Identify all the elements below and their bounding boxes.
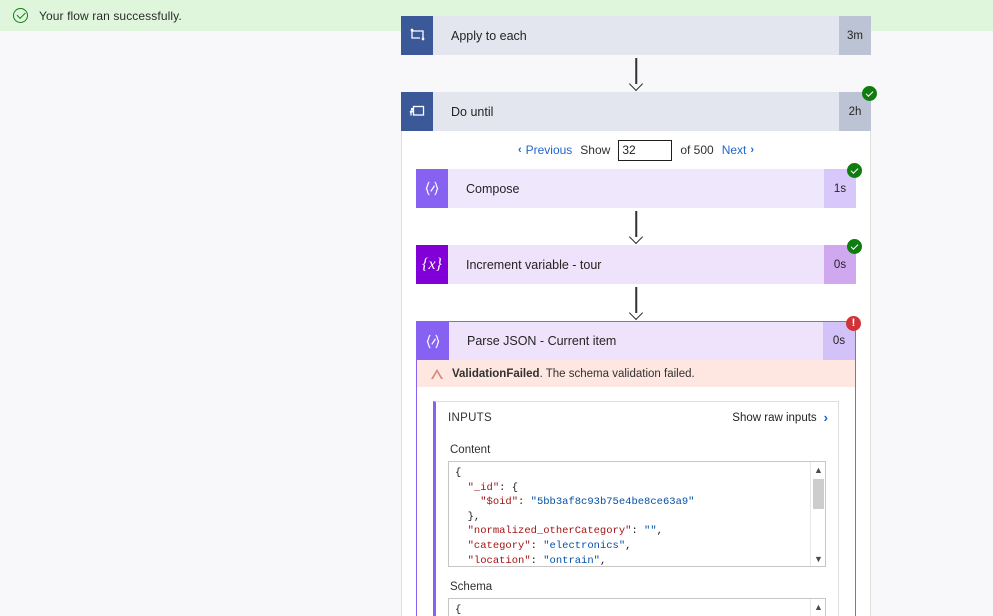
show-raw-inputs-button[interactable]: Show raw inputs › [732, 410, 828, 425]
compose-icon [416, 169, 448, 208]
content-scrollbar[interactable]: ▲ ▼ [810, 462, 825, 566]
loop-icon [401, 16, 433, 55]
action-title: Do until [451, 104, 494, 119]
show-raw-inputs-label: Show raw inputs [732, 411, 817, 424]
action-card-parse-json[interactable]: ! Parse JSON - Current item 0s [416, 316, 861, 360]
action-card-compose[interactable]: Compose 1s [416, 163, 862, 208]
schema-field-label: Schema [450, 581, 493, 593]
scroll-down-icon[interactable]: ▼ [811, 551, 825, 566]
next-page-label: Next [721, 143, 747, 157]
status-badge-error: ! [846, 316, 861, 331]
error-message: . The schema validation failed. [539, 367, 695, 380]
content-field-label: Content [450, 444, 491, 456]
success-banner-text: Your flow ran successfully. [39, 8, 182, 23]
variable-glyph: {x} [422, 255, 442, 273]
scroll-up-icon[interactable]: ▲ [811, 599, 825, 614]
warning-triangle-icon [431, 368, 443, 379]
schema-scrollbar[interactable]: ▲ [810, 599, 825, 616]
do-until-icon [401, 92, 433, 131]
content-code-box[interactable]: { "_id": { "$oid": "5bb3af8c93b75e4be8ce… [448, 461, 826, 567]
action-title: Apply to each [451, 28, 527, 43]
check-circle-icon [13, 8, 28, 23]
chevron-right-icon: › [750, 144, 755, 156]
status-badge-success [847, 239, 862, 254]
scrollbar-thumb[interactable] [813, 479, 824, 509]
page-number-input[interactable] [618, 139, 673, 161]
schema-code-box[interactable]: { "type": "object", "properties": { "_id… [448, 598, 826, 616]
compose-icon [417, 322, 449, 360]
total-pages-label: of 500 [680, 143, 714, 157]
inputs-panel-title: INPUTS [448, 411, 492, 424]
status-badge-success [862, 86, 877, 101]
action-card-do-until[interactable]: Do until 2h [401, 86, 877, 131]
action-card-increment-variable[interactable]: {x} Increment variable - tour 0s [416, 239, 862, 284]
validation-error-strip: ValidationFailed. The schema validation … [416, 360, 856, 387]
scroll-up-icon[interactable]: ▲ [811, 462, 825, 477]
do-until-scope-body: ‹ Previous Show of 500 Next › [401, 131, 871, 616]
next-page-button[interactable]: Next › [722, 143, 754, 157]
schema-code-text: { "type": "object", "properties": { "_id… [455, 604, 462, 616]
action-title: Increment variable - tour [466, 257, 602, 272]
flow-run-page: Your flow ran successfully. Apply to eac… [0, 0, 993, 616]
connector-arrow [416, 208, 856, 245]
chevron-right-icon: › [823, 410, 828, 425]
previous-page-label: Previous [525, 143, 573, 157]
action-card-apply-to-each[interactable]: Apply to each 3m [401, 16, 871, 55]
connector-arrow [416, 284, 856, 321]
action-duration: 3m [839, 16, 871, 55]
inputs-panel-body: Content { "_id": { "$oid": "5bb3af8c93b7… [436, 433, 838, 616]
flow-diagram: Apply to each 3m Do until 2h ‹ Previous … [401, 16, 877, 616]
iteration-pager: ‹ Previous Show of 500 Next › [416, 131, 856, 169]
show-label: Show [580, 143, 611, 157]
content-code-text: { "_id": { "$oid": "5bb3af8c93b75e4be8ce… [455, 467, 695, 567]
error-code: ValidationFailed [452, 367, 540, 380]
chevron-left-icon: ‹ [517, 144, 522, 156]
previous-page-button[interactable]: ‹ Previous [518, 143, 572, 157]
parse-json-details: INPUTS Show raw inputs › Content { "_id"… [416, 387, 856, 616]
action-title: Compose [466, 181, 520, 196]
inputs-panel-header: INPUTS Show raw inputs › [436, 402, 838, 433]
status-badge-success [847, 163, 862, 178]
action-title: Parse JSON - Current item [467, 334, 617, 348]
inputs-panel: INPUTS Show raw inputs › Content { "_id"… [433, 401, 839, 616]
connector-arrow [401, 55, 871, 92]
variable-icon: {x} [416, 245, 448, 284]
